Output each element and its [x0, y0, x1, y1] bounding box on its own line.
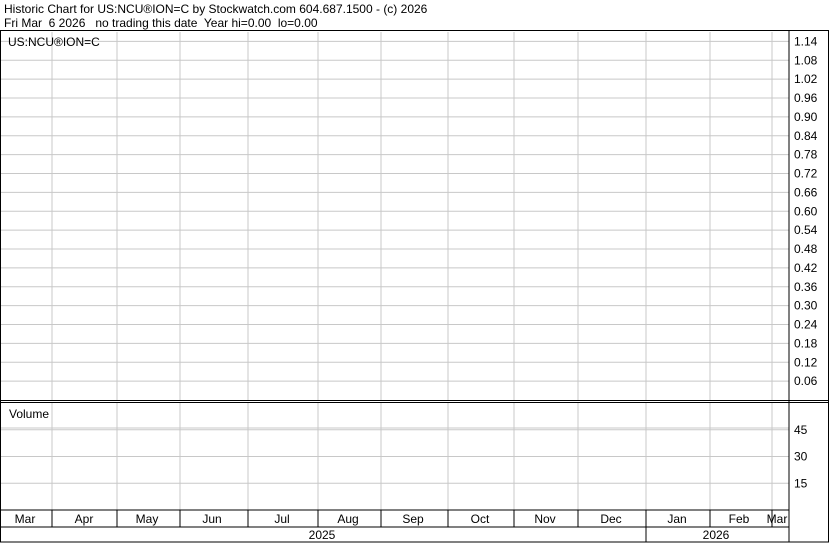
stock-chart: 1.14 1.08 1.02 0.96 0.90 0.84 0.78 0.72 0.66 0.60… — [0, 30, 829, 543]
price-tick-label: 0.36 — [794, 280, 818, 294]
price-tick-label: 0.78 — [794, 148, 818, 162]
month-label: Nov — [534, 512, 555, 526]
price-tick-label: 0.06 — [794, 374, 818, 388]
price-tick-label: 0.12 — [794, 355, 818, 369]
price-tick-label: 0.24 — [794, 318, 818, 332]
month-label: Jul — [274, 512, 289, 526]
price-tick-label: 0.18 — [794, 336, 818, 350]
price-tick-label: 0.90 — [794, 110, 818, 124]
price-panel-label: US:NCU®ION=C — [8, 35, 100, 49]
price-tick-label: 0.30 — [794, 299, 818, 313]
month-label: Oct — [471, 512, 490, 526]
month-label: Aug — [337, 512, 358, 526]
volume-tick-label: 15 — [794, 476, 808, 490]
price-tick-label: 0.54 — [794, 223, 818, 237]
price-tick-label: 0.96 — [794, 91, 818, 105]
year-label: 2025 — [309, 528, 336, 542]
chart-window: Historic Chart for US:NCU®ION=C by Stock… — [0, 0, 830, 543]
price-tick-label: 1.14 — [794, 34, 818, 48]
price-tick-label: 0.60 — [794, 204, 818, 218]
month-label: Mar — [767, 512, 788, 526]
price-tick-label: 0.42 — [794, 261, 818, 275]
price-tick-label: 1.02 — [794, 72, 818, 86]
month-label: Jun — [202, 512, 221, 526]
month-label: Mar — [15, 512, 36, 526]
month-label: Dec — [600, 512, 621, 526]
price-tick-label: 0.72 — [794, 167, 818, 181]
outer-frame — [0, 30, 829, 543]
volume-tick-label: 45 — [794, 423, 808, 437]
month-label: Jan — [667, 512, 686, 526]
month-label: Feb — [729, 512, 750, 526]
year-label: 2026 — [703, 528, 730, 542]
price-tick-label: 0.66 — [794, 185, 818, 199]
month-label: Sep — [402, 512, 424, 526]
price-tick-label: 1.08 — [794, 53, 818, 67]
month-label: Apr — [75, 512, 94, 526]
price-tick-label: 0.84 — [794, 129, 818, 143]
volume-tick-label: 30 — [794, 450, 808, 464]
month-label: May — [136, 512, 159, 526]
volume-panel-label: Volume — [9, 407, 49, 421]
price-tick-label: 0.48 — [794, 242, 818, 256]
